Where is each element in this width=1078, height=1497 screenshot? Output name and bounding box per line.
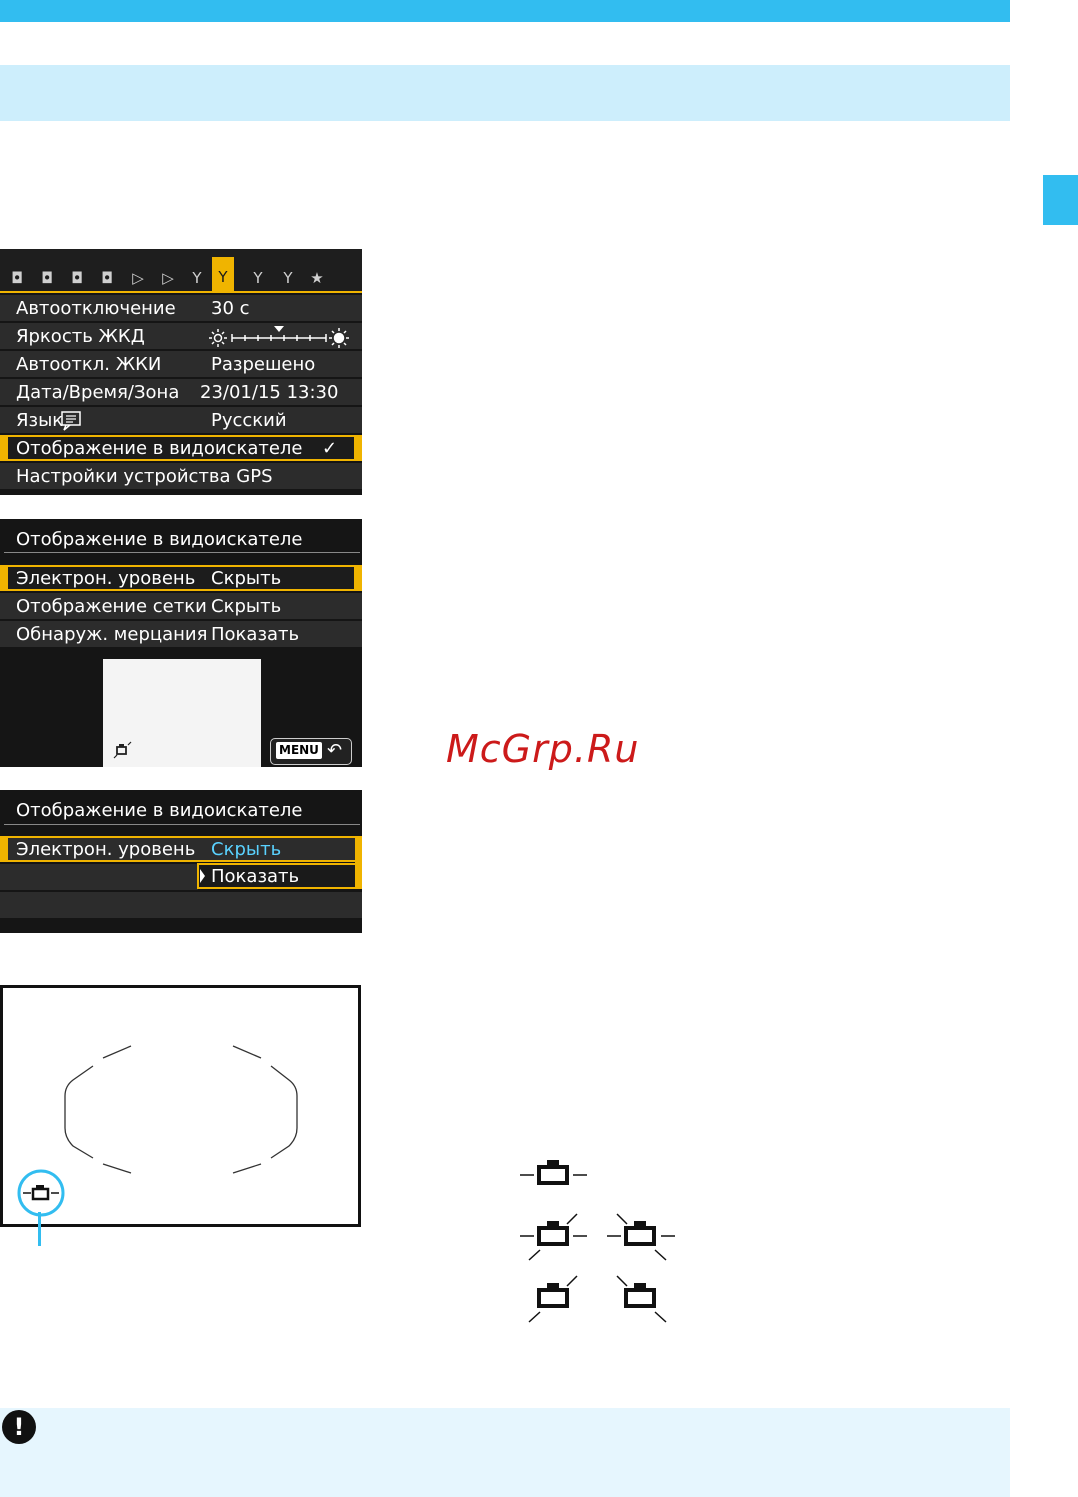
row-value: Русский — [211, 410, 287, 431]
playback-tab-2-icon[interactable]: ▷ — [157, 267, 179, 289]
screen-title: Отображение в видоискателе — [16, 529, 303, 550]
callout-leader-line — [38, 1212, 41, 1246]
setup-tab-1-icon[interactable]: Y — [186, 267, 208, 289]
row-value: 23/01/15 13:30 — [200, 382, 339, 403]
row-label: Автооткл. ЖКИ — [16, 354, 162, 375]
viewfinder-preview — [103, 659, 261, 767]
level-icon — [520, 1160, 587, 1185]
selection-bar-right — [354, 565, 362, 591]
check-mark-icon: ✓ — [322, 438, 338, 459]
tab-underline — [0, 291, 362, 293]
menu-row-auto-power-off[interactable]: Автоотключение 30 с — [0, 295, 362, 321]
row-label: Яркость ЖКД — [16, 326, 145, 347]
bright-sun-icon — [329, 328, 349, 348]
section-header-band — [0, 65, 1010, 121]
menu-button-label: MENU — [276, 742, 322, 759]
menu-row-viewfinder-display[interactable]: Отображение в видоискателе ✓ — [0, 435, 362, 461]
row-label: Дата/Время/Зона — [16, 382, 180, 403]
row-label: Отображение в видоискателе — [16, 438, 303, 459]
setup-tab-3-icon[interactable]: Y — [247, 267, 269, 289]
dim-sun-icon — [209, 329, 227, 347]
option-row-electronic-level[interactable]: Электрон. уровень Скрыть — [0, 836, 357, 862]
menu-row-electronic-level[interactable]: Электрон. уровень Скрыть — [0, 565, 362, 591]
row-value: 30 с — [211, 298, 250, 319]
strong-tilt-left-icon — [616, 1275, 667, 1323]
camera-tab-2-icon[interactable]: ◘ — [36, 267, 58, 289]
menu-row-lcd-brightness[interactable]: Яркость ЖКД — [0, 323, 362, 349]
language-speech-icon — [61, 411, 81, 431]
blank-row — [0, 892, 362, 918]
selection-bar-left — [0, 435, 8, 461]
menu-row-grid-display[interactable]: Отображение сетки Скрыть — [0, 593, 362, 619]
level-indicators-legend — [520, 1160, 675, 1323]
selection-bar-left — [0, 565, 8, 591]
title-divider — [4, 824, 360, 825]
menu-row-gps-settings[interactable]: Настройки устройства GPS — [0, 463, 362, 489]
selection-bar-right — [354, 435, 362, 461]
level-indicator-highlight — [17, 1169, 65, 1217]
menu-tab-bar: ◘ ◘ ◘ ◘ ▷ ▷ Y Y Y Y ★ — [0, 249, 362, 293]
row-label: Электрон. уровень — [16, 568, 196, 589]
playback-tab-1-icon[interactable]: ▷ — [127, 267, 149, 289]
electronic-level-option-screen: Отображение в видоискателе Электрон. уро… — [0, 790, 362, 933]
viewfinder-display-screen: Отображение в видоискателе Электрон. уро… — [0, 519, 362, 767]
menu-back-button[interactable]: MENU ↶ — [270, 738, 352, 765]
tilted-camera-level-icon — [113, 741, 132, 759]
row-label: Автоотключение — [16, 298, 176, 319]
selection-bar-left — [0, 836, 8, 862]
menu-row-flicker-detection[interactable]: Обнаруж. мерцания Показать — [0, 621, 362, 647]
option-show[interactable]: Показать — [197, 863, 362, 889]
option-row-right-bar — [355, 836, 362, 889]
option-pointer-icon — [200, 869, 205, 883]
row-value: Скрыть — [211, 596, 282, 617]
row-label: Электрон. уровень — [16, 839, 196, 860]
blank-row — [0, 864, 198, 890]
row-value: Разрешено — [211, 354, 316, 375]
row-label: Отображение сетки — [16, 596, 207, 617]
option-show-label: Показать — [211, 866, 300, 887]
setup-tab-2-icon[interactable]: Y — [212, 257, 234, 291]
watermark-text: McGrp.Ru — [446, 727, 640, 771]
my-menu-star-icon[interactable]: ★ — [306, 267, 328, 289]
title-divider — [4, 552, 360, 553]
option-hide[interactable]: Скрыть — [211, 837, 281, 863]
row-value: Скрыть — [211, 568, 282, 589]
menu-row-date-time-zone[interactable]: Дата/Время/Зона 23/01/15 13:30 — [0, 379, 362, 405]
menu-row-lcd-auto-off[interactable]: Автооткл. ЖКИ Разрешено — [0, 351, 362, 377]
chapter-tab — [1043, 175, 1078, 225]
viewfinder-illustration — [0, 985, 361, 1227]
camera-tab-3-icon[interactable]: ◘ — [66, 267, 88, 289]
caution-notice-panel — [0, 1408, 1010, 1497]
top-color-band — [0, 0, 1010, 22]
caution-icon: ! — [2, 1410, 36, 1444]
screen-title: Отображение в видоискателе — [16, 800, 303, 821]
strong-tilt-right-icon — [528, 1275, 578, 1323]
back-arrow-icon: ↶ — [327, 740, 343, 761]
setup-menu-screen: ◘ ◘ ◘ ◘ ▷ ▷ Y Y Y Y ★ Автоотключение 30 … — [0, 249, 362, 495]
brightness-pointer — [274, 326, 284, 332]
row-value: Показать — [211, 624, 300, 645]
row-label: Язык — [16, 410, 64, 431]
setup-tab-4-icon[interactable]: Y — [277, 267, 299, 289]
brightness-scale — [209, 326, 349, 348]
row-label: Обнаруж. мерцания — [16, 624, 208, 645]
tilt-right-icon — [520, 1213, 587, 1261]
row-label: Настройки устройства GPS — [16, 466, 273, 487]
menu-row-language[interactable]: Язык Русский — [0, 407, 362, 433]
tilt-left-icon — [607, 1213, 675, 1261]
camera-tab-1-icon[interactable]: ◘ — [6, 267, 28, 289]
camera-tab-4-icon[interactable]: ◘ — [96, 267, 118, 289]
